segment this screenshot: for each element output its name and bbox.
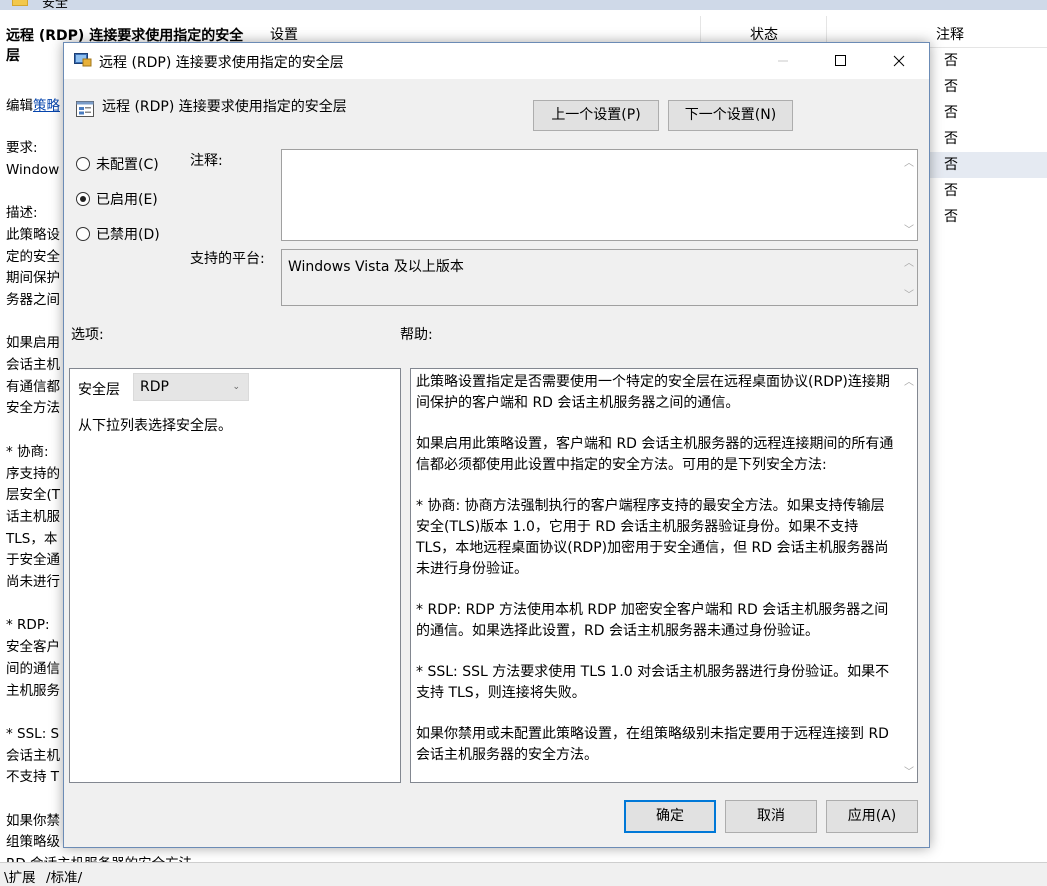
description-line: * RDP: — [6, 617, 50, 634]
description-line: 间的通信 — [6, 660, 60, 677]
description-line: 务器之间 — [6, 291, 60, 308]
help-paragraph: * SSL: SSL 方法要求使用 TLS 1.0 对会话主机服务器进行身份验证… — [416, 664, 890, 701]
scroll-down-icon[interactable]: ﹀ — [904, 763, 914, 778]
column-setting[interactable]: 设置 — [270, 24, 298, 44]
minimize-button[interactable] — [754, 43, 812, 79]
list-item[interactable]: 否 — [930, 100, 1047, 126]
policy-settings-dialog: 远程 (RDP) 连接要求使用指定的安全层 远程 (RDP) 连接要求使用指定的… — [63, 42, 930, 848]
description-line: 不支持 T — [6, 769, 60, 786]
policy-setting-icon — [76, 101, 94, 117]
folder-icon — [12, 0, 28, 6]
description-line: 序支持的 — [6, 465, 60, 482]
description-line: 话主机服 — [6, 508, 60, 525]
list-item[interactable]: 否 — [930, 126, 1047, 152]
description-line: TLS，本 — [6, 530, 58, 547]
help-paragraph: 如果启用此策略设置，客户端和 RD 会话主机服务器的远程连接期间的所有通信都必须… — [416, 436, 894, 473]
radio-circle — [76, 227, 90, 241]
radio-disabled[interactable]: 已禁用(D) — [76, 223, 160, 245]
platform-label: 支持的平台: — [190, 251, 265, 267]
options-label: 选项: — [71, 327, 104, 343]
edit-policy-line: 编辑策略 — [6, 98, 60, 114]
setting-heading: 远程 (RDP) 连接要求使用指定的安全层 — [102, 99, 347, 115]
help-paragraph: 此策略设置指定是否需要使用一个特定的安全层在远程桌面协议(RDP)连接期间保护的… — [416, 374, 890, 411]
edit-policy-link[interactable]: 策略 — [33, 98, 60, 114]
description-line: 定的安全 — [6, 248, 60, 265]
policy-window-icon — [74, 53, 92, 67]
minimize-icon — [778, 60, 788, 62]
description-line: 此策略设 — [6, 226, 60, 243]
radio-circle-checked — [76, 192, 90, 206]
description-line: RD 会话主机服务器的安全方法。 — [6, 854, 206, 862]
tab-extended[interactable]: \扩展 — [4, 866, 36, 886]
help-paragraph: 如果你禁用或未配置此策略设置，在组策略级别未指定要用于远程连接到 RD 会话主机… — [416, 726, 889, 763]
options-panel: 安全层 RDP ⌄ 从下拉列表选择安全层。 — [69, 368, 401, 783]
description-line: 如果你禁 — [6, 812, 60, 829]
radio-enabled[interactable]: 已启用(E) — [76, 188, 158, 210]
radio-circle — [76, 157, 90, 171]
description-line: 组策略级 — [6, 834, 60, 851]
maximize-icon — [835, 55, 846, 66]
platform-scrollbar[interactable]: ︿ ﹀ — [900, 250, 917, 305]
security-layer-label: 安全层 — [78, 382, 120, 398]
scroll-down-icon[interactable]: ﹀ — [904, 286, 914, 301]
description-line: * 协商: — [6, 443, 49, 460]
description-line: 会话主机 — [6, 747, 60, 764]
help-text: 此策略设置指定是否需要使用一个特定的安全层在远程桌面协议(RDP)连接期间保护的… — [416, 372, 898, 786]
supported-platform-value: Windows Vista 及以上版本 — [288, 259, 464, 275]
description-line: 期间保护 — [6, 270, 60, 287]
description-line: 于安全通 — [6, 552, 60, 569]
scroll-down-icon[interactable]: ﹀ — [904, 221, 914, 236]
description-line: Window — [6, 161, 60, 178]
description-line: * SSL: S — [6, 725, 60, 742]
help-scrollbar[interactable]: ︿ ﹀ — [900, 369, 917, 782]
supported-platform-field: Windows Vista 及以上版本 ︿ ﹀ — [281, 249, 918, 306]
column-separator — [826, 16, 827, 42]
comment-field[interactable]: ︿ ﹀ — [281, 149, 918, 241]
description-line: 尚未进行 — [6, 574, 60, 590]
comment-label: 注释: — [190, 153, 223, 169]
description-line: 描述: — [6, 205, 38, 222]
close-button[interactable] — [870, 43, 928, 79]
radio-not-configured[interactable]: 未配置(C) — [76, 153, 159, 175]
description-line: 会话主机 — [6, 357, 60, 373]
scroll-up-icon[interactable]: ︿ — [904, 154, 914, 169]
dialog-title-bar[interactable]: 远程 (RDP) 连接要求使用指定的安全层 — [64, 43, 929, 79]
security-layer-select[interactable]: RDP ⌄ — [133, 373, 249, 401]
ok-button[interactable]: 确定 — [624, 800, 716, 833]
options-description: 从下拉列表选择安全层。 — [78, 418, 232, 434]
help-panel: 此策略设置指定是否需要使用一个特定的安全层在远程桌面协议(RDP)连接期间保护的… — [410, 368, 918, 783]
comment-scrollbar[interactable]: ︿ ﹀ — [900, 150, 917, 240]
description-line: 主机服务 — [6, 682, 60, 699]
previous-setting-button[interactable]: 上一个设置(P) — [533, 100, 659, 131]
column-separator — [700, 16, 701, 42]
chevron-down-icon: ⌄ — [232, 382, 240, 392]
description-line: 层安全(T — [6, 487, 61, 504]
background-title-bar — [0, 0, 1047, 10]
help-paragraph: * RDP: RDP 方法使用本机 RDP 加密安全客户端和 RD 会话主机服务… — [416, 602, 889, 639]
apply-button[interactable]: 应用(A) — [826, 800, 918, 833]
description-line: 如果启用 — [6, 335, 60, 352]
close-icon — [893, 55, 905, 67]
list-item[interactable]: 否 — [930, 48, 1047, 74]
next-setting-button[interactable]: 下一个设置(N) — [668, 100, 793, 131]
column-note[interactable]: 注释 — [936, 24, 964, 44]
description-line: 要求: — [6, 140, 38, 156]
column-state[interactable]: 状态 — [750, 24, 778, 44]
list-item-selected[interactable]: 否 — [930, 152, 1047, 178]
view-tabs-bar: \扩展 /标准/ — [0, 862, 1047, 886]
help-paragraph: * 协商: 协商方法强制执行的客户端程序支持的最安全方法。如果支持传输层安全(T… — [416, 498, 889, 577]
description-line: 安全客户 — [6, 639, 60, 656]
scroll-up-icon[interactable]: ︿ — [904, 254, 914, 269]
description-line: 安全方法 — [6, 400, 60, 417]
maximize-button[interactable] — [812, 43, 870, 79]
help-label: 帮助: — [400, 327, 433, 343]
list-item[interactable]: 否 — [930, 74, 1047, 100]
list-item[interactable]: 否 — [930, 204, 1047, 230]
description-line: 有通信都 — [6, 378, 60, 395]
list-item[interactable]: 否 — [930, 178, 1047, 204]
scroll-up-icon[interactable]: ︿ — [904, 373, 914, 388]
dialog-title: 远程 (RDP) 连接要求使用指定的安全层 — [99, 55, 344, 71]
cancel-button[interactable]: 取消 — [725, 800, 817, 833]
tab-standard[interactable]: /标准/ — [46, 866, 82, 886]
